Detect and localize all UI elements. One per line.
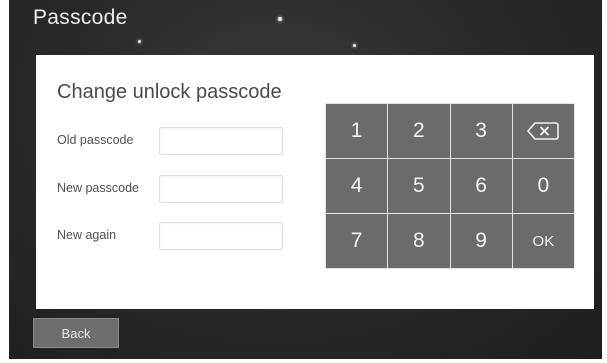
passcode-panel: Change unlock passcode Old passcode New …	[36, 55, 594, 309]
star-decoration	[353, 44, 356, 47]
new-passcode-input[interactable]	[159, 175, 283, 203]
backspace-key[interactable]	[512, 104, 574, 158]
new-passcode-label: New passcode	[57, 181, 139, 195]
old-passcode-label: Old passcode	[57, 133, 134, 147]
key-6[interactable]: 6	[450, 159, 512, 213]
key-4[interactable]: 4	[326, 159, 388, 213]
panel-title: Change unlock passcode	[57, 81, 282, 103]
star-decoration	[138, 40, 141, 43]
new-again-input[interactable]	[159, 222, 283, 250]
key-7[interactable]: 7	[326, 214, 388, 268]
key-1[interactable]: 1	[326, 104, 388, 158]
back-button[interactable]: Back	[33, 318, 119, 348]
key-3[interactable]: 3	[450, 104, 512, 158]
key-5[interactable]: 5	[388, 159, 450, 213]
numeric-keypad: 1 2 3 4 5 6 0 7 8 9 OK	[325, 103, 575, 269]
ok-key[interactable]: OK	[512, 214, 574, 268]
key-0[interactable]: 0	[512, 159, 574, 213]
key-2[interactable]: 2	[388, 104, 450, 158]
key-9[interactable]: 9	[450, 214, 512, 268]
backspace-icon	[527, 122, 560, 140]
key-8[interactable]: 8	[388, 214, 450, 268]
new-again-label: New again	[57, 228, 117, 242]
device-screen: Passcode Change unlock passcode Old pass…	[9, 0, 602, 359]
old-passcode-input[interactable]	[159, 127, 283, 155]
page-title: Passcode	[33, 6, 128, 29]
star-decoration	[278, 17, 282, 21]
